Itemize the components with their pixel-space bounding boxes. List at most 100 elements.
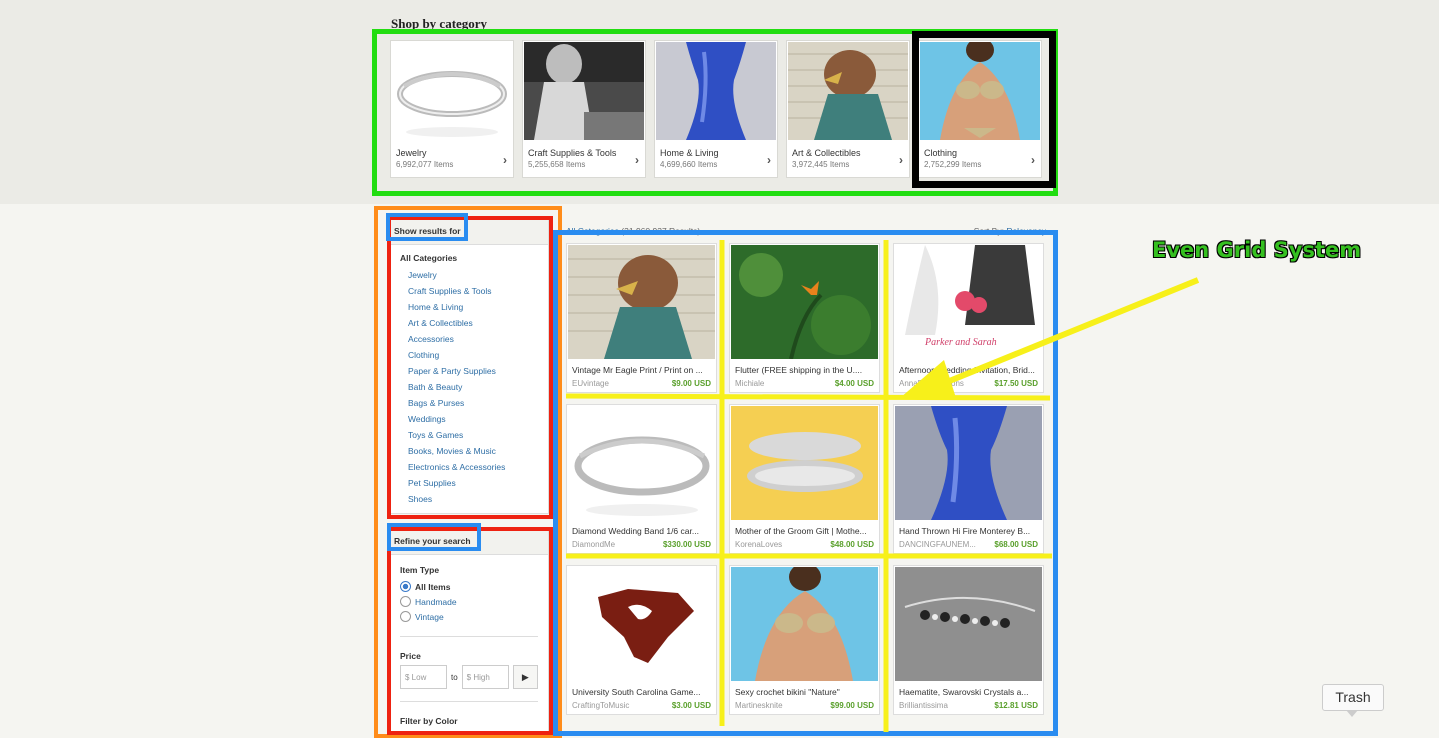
category-card-jewelry[interactable]: Jewelry 6,992,077 Items › bbox=[390, 40, 514, 178]
chevron-right-icon: › bbox=[899, 153, 903, 167]
sidebar-item-accessories[interactable]: Accessories bbox=[400, 333, 538, 349]
sort-control[interactable]: Sort By: Relevancy bbox=[974, 226, 1046, 236]
listing-shop: Michiale bbox=[735, 379, 765, 388]
listing-title: Diamond Wedding Band 1/6 car... bbox=[572, 526, 699, 536]
child-photo bbox=[524, 42, 644, 140]
category-card-craft[interactable]: Craft Supplies & Tools 5,255,658 Items › bbox=[522, 40, 646, 178]
listing-card[interactable]: Mother of the Groom Gift | Mothe... Kore… bbox=[729, 404, 880, 554]
results-count: (31,960,937 Results) bbox=[621, 226, 701, 236]
category-count: 3,972,445 Items bbox=[792, 160, 850, 169]
radio-icon bbox=[400, 596, 411, 607]
trash-button[interactable]: Trash bbox=[1322, 684, 1384, 711]
listing-title: Flutter (FREE shipping in the U.... bbox=[735, 365, 863, 375]
chevron-right-icon: › bbox=[767, 153, 771, 167]
category-row: Jewelry 6,992,077 Items › Craft Supplies… bbox=[390, 40, 1050, 180]
price-go-button[interactable]: ▶ bbox=[512, 665, 538, 689]
category-name: Jewelry bbox=[396, 148, 427, 158]
annotation-label: Even Grid System bbox=[1152, 238, 1362, 262]
listing-card[interactable]: Haematite, Swarovski Crystals a... Brill… bbox=[893, 565, 1044, 715]
sidebar-item-bath-beauty[interactable]: Bath & Beauty bbox=[400, 381, 538, 397]
sidebar-item-paper-party[interactable]: Paper & Party Supplies bbox=[400, 365, 538, 381]
divider bbox=[400, 701, 538, 702]
category-name: Craft Supplies & Tools bbox=[528, 148, 617, 158]
results-header: All Categories (31,960,937 Results) Sort… bbox=[566, 226, 1046, 236]
bracelet-photo bbox=[731, 406, 878, 520]
sidebar-item-clothing[interactable]: Clothing bbox=[400, 349, 538, 365]
listing-card[interactable]: Flutter (FREE shipping in the U.... Mich… bbox=[729, 243, 880, 393]
all-categories-link[interactable]: All Categories bbox=[566, 226, 619, 236]
radio-selected-icon bbox=[400, 581, 411, 592]
listing-shop: CraftingToMusic bbox=[572, 701, 630, 710]
filter-color-label: Filter by Color bbox=[400, 716, 458, 726]
listing-card[interactable]: Hand Thrown Hi Fire Monterey B... DANCIN… bbox=[893, 404, 1044, 554]
listing-card[interactable]: Sexy crochet bikini "Nature" Martineskni… bbox=[729, 565, 880, 715]
listing-price: $12.81 USD bbox=[994, 701, 1038, 710]
chevron-right-icon: › bbox=[503, 153, 507, 167]
sidebar-item-pet-supplies[interactable]: Pet Supplies bbox=[400, 477, 538, 493]
listing-price: $68.00 USD bbox=[994, 540, 1038, 549]
price-to-label: to bbox=[450, 672, 458, 682]
chevron-right-icon: › bbox=[635, 153, 639, 167]
sidebar-item-electronics[interactable]: Electronics & Accessories bbox=[400, 461, 538, 477]
listing-card[interactable]: Parker and Sarah Afternoon Wedding Invit… bbox=[893, 243, 1044, 393]
refine-heading: Refine your search bbox=[390, 529, 548, 555]
sidebar-item-weddings[interactable]: Weddings bbox=[400, 413, 538, 429]
show-results-heading: Show results for bbox=[390, 219, 548, 245]
radio-vintage[interactable]: Vintage bbox=[400, 609, 538, 624]
price-high-input[interactable]: $ High bbox=[461, 665, 509, 689]
category-count: 2,752,299 Items bbox=[924, 160, 982, 169]
page-title: Shop by category bbox=[391, 16, 488, 31]
sidebar-item-shoes[interactable]: Shoes bbox=[400, 493, 538, 509]
sidebar-item-toys-games[interactable]: Toys & Games bbox=[400, 429, 538, 445]
listing-title: Afternoon Wedding Invitation, Brid... bbox=[899, 365, 1035, 375]
sidebar: Show results for All Categories Jewelry … bbox=[389, 218, 549, 736]
bikini-photo bbox=[920, 42, 1040, 140]
category-card-art[interactable]: Art & Collectibles 3,972,445 Items › bbox=[786, 40, 910, 178]
listing-shop: AnnaDesignations bbox=[899, 379, 964, 388]
sidebar-item-books-movies-music[interactable]: Books, Movies & Music bbox=[400, 445, 538, 461]
eagle-print-photo bbox=[788, 42, 908, 140]
listing-shop: DiamondMe bbox=[572, 540, 616, 549]
vase-photo bbox=[895, 406, 1042, 520]
sidebar-item-craft-supplies[interactable]: Craft Supplies & Tools bbox=[400, 285, 538, 301]
category-card-home[interactable]: Home & Living 4,699,660 Items › bbox=[654, 40, 778, 178]
listing-title: Mother of the Groom Gift | Mothe... bbox=[735, 526, 867, 536]
category-count: 6,992,077 Items bbox=[396, 160, 454, 169]
listing-card[interactable]: Diamond Wedding Band 1/6 car... DiamondM… bbox=[566, 404, 717, 554]
price-low-input[interactable]: $ Low bbox=[400, 665, 447, 689]
listing-shop: DANCINGFAUNEM... bbox=[899, 540, 976, 549]
ring-photo bbox=[392, 42, 512, 140]
ring-photo bbox=[568, 406, 715, 520]
all-categories-label: All Categories bbox=[400, 253, 458, 263]
tooltip-tail bbox=[1346, 710, 1358, 717]
divider bbox=[400, 636, 538, 637]
listing-shop: KorenaLoves bbox=[735, 540, 783, 549]
show-results-panel: Show results for All Categories Jewelry … bbox=[389, 218, 549, 514]
listing-shop: EUvintage bbox=[572, 379, 609, 388]
listing-price: $17.50 USD bbox=[994, 379, 1038, 388]
listing-title: Sexy crochet bikini "Nature" bbox=[735, 687, 840, 697]
listing-title: University South Carolina Game... bbox=[572, 687, 701, 697]
listing-price: $99.00 USD bbox=[830, 701, 874, 710]
svg-text:Parker and Sarah: Parker and Sarah bbox=[924, 337, 997, 348]
sidebar-item-art-collectibles[interactable]: Art & Collectibles bbox=[400, 317, 538, 333]
category-card-clothing[interactable]: Clothing 2,752,299 Items › bbox=[918, 40, 1042, 178]
listing-title: Hand Thrown Hi Fire Monterey B... bbox=[899, 526, 1031, 536]
listing-price: $330.00 USD bbox=[662, 540, 711, 549]
category-name: Home & Living bbox=[660, 148, 719, 158]
sidebar-item-bags-purses[interactable]: Bags & Purses bbox=[400, 397, 538, 413]
south-carolina-photo bbox=[568, 567, 715, 681]
listing-price: $48.00 USD bbox=[830, 540, 874, 549]
item-type-label: Item Type bbox=[400, 565, 440, 575]
sort-label: Sort By: bbox=[973, 226, 1004, 236]
radio-all-items[interactable]: All Items bbox=[400, 579, 538, 594]
radio-icon bbox=[400, 611, 411, 622]
radio-handmade[interactable]: Handmade bbox=[400, 594, 538, 609]
sidebar-item-home-living[interactable]: Home & Living bbox=[400, 301, 538, 317]
listing-card[interactable]: University South Carolina Game... Crafti… bbox=[566, 565, 717, 715]
listing-card[interactable]: Vintage Mr Eagle Print / Print on ... EU… bbox=[566, 243, 717, 393]
sidebar-item-jewelry[interactable]: Jewelry bbox=[400, 269, 538, 285]
listing-title: Vintage Mr Eagle Print / Print on ... bbox=[572, 365, 703, 375]
listing-title: Haematite, Swarovski Crystals a... bbox=[899, 687, 1029, 697]
listing-shop: Martinesknite bbox=[735, 701, 783, 710]
